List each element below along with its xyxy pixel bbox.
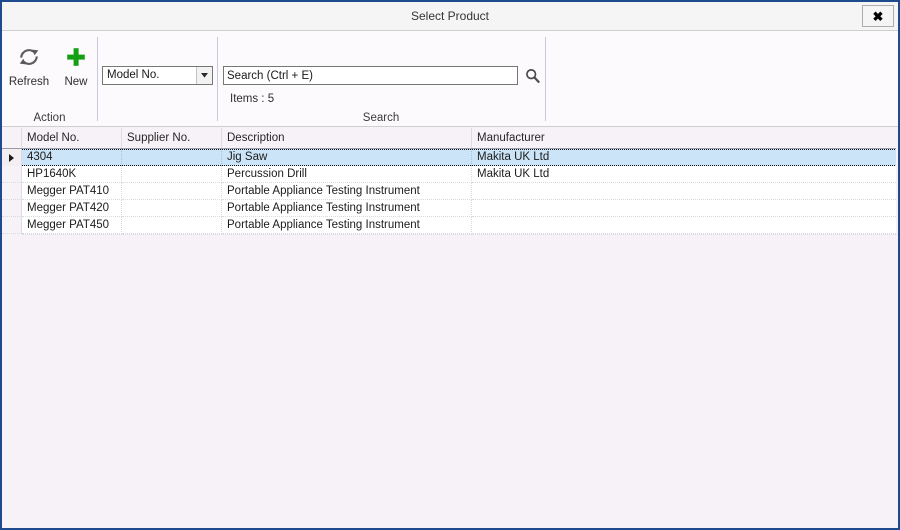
cell-manufacturer[interactable] xyxy=(472,217,898,234)
new-button[interactable]: New xyxy=(54,37,98,101)
ribbon-top-edge xyxy=(2,31,898,32)
cell-model_no[interactable]: 4304 xyxy=(22,149,122,166)
cell-model_no[interactable]: Megger PAT450 xyxy=(22,217,122,234)
play-triangle-icon xyxy=(9,153,14,162)
plus-icon xyxy=(64,38,88,76)
refresh-button[interactable]: Refresh xyxy=(7,37,51,101)
table-row[interactable]: Megger PAT410 Portable Appliance Testing … xyxy=(2,183,898,200)
cell-description[interactable]: Jig Saw xyxy=(222,149,472,166)
product-grid: Model No. Supplier No. Description Manufact… xyxy=(2,128,898,528)
grid-column-header-manufacturer[interactable]: Manufacturer xyxy=(472,128,898,148)
search-field-selector-value: Model No. xyxy=(107,69,160,81)
refresh-button-label: Refresh xyxy=(8,76,50,88)
cell-supplier_no[interactable] xyxy=(122,217,222,234)
close-button[interactable]: ✖ xyxy=(862,5,894,27)
grid-header-gutter xyxy=(2,128,22,148)
grid-column-header-model_no[interactable]: Model No. xyxy=(22,128,122,148)
cell-description[interactable]: Portable Appliance Testing Instrument xyxy=(222,200,472,217)
cell-supplier_no[interactable] xyxy=(122,200,222,217)
cell-model_no[interactable]: Megger PAT410 xyxy=(22,183,122,200)
magnifier-icon xyxy=(525,69,540,83)
select-product-dialog: Select Product ✖ Refresh New Model No. S… xyxy=(0,0,900,530)
row-indicator-cell[interactable] xyxy=(2,166,22,183)
table-row[interactable]: Megger PAT420 Portable Appliance Testing … xyxy=(2,200,898,217)
grid-column-header-supplier_no[interactable]: Supplier No. xyxy=(122,128,222,148)
cell-supplier_no[interactable] xyxy=(122,166,222,183)
ribbon-separator xyxy=(97,37,98,121)
title-bar: Select Product ✖ xyxy=(2,2,898,31)
search-input[interactable] xyxy=(223,66,518,85)
ribbon-toolbar: Refresh New Model No. Search (Ctrl + E) … xyxy=(2,31,898,127)
refresh-circular-arrows-icon xyxy=(16,38,42,76)
cell-supplier_no[interactable] xyxy=(122,183,222,200)
table-row[interactable]: HP1640K Percussion Drill Makita UK Ltd xyxy=(2,166,898,183)
cell-supplier_no[interactable] xyxy=(122,149,222,166)
window-title: Select Product xyxy=(410,9,490,23)
ribbon-group-label-search: Search xyxy=(362,112,400,124)
grid-right-edge xyxy=(896,128,898,528)
ribbon-separator xyxy=(545,37,546,121)
chevron-down-icon[interactable] xyxy=(196,67,212,84)
grid-body: 4304 Jig Saw Makita UK Ltd HP1640K Percussio… xyxy=(2,149,898,234)
cell-manufacturer[interactable] xyxy=(472,183,898,200)
items-count-label: Items : 5 xyxy=(230,93,275,105)
grid-header-row: Model No. Supplier No. Description Manufact… xyxy=(2,128,898,149)
grid-column-header-description[interactable]: Description xyxy=(222,128,472,148)
cell-description[interactable]: Portable Appliance Testing Instrument xyxy=(222,183,472,200)
new-button-label: New xyxy=(64,76,88,88)
search-button[interactable] xyxy=(522,65,542,86)
table-row[interactable]: 4304 Jig Saw Makita UK Ltd xyxy=(2,149,898,166)
close-icon: ✖ xyxy=(872,8,884,24)
search-field-selector[interactable]: Model No. xyxy=(102,66,213,85)
cell-model_no[interactable]: HP1640K xyxy=(22,166,122,183)
row-indicator-cell[interactable] xyxy=(2,217,22,234)
row-indicator-cell[interactable] xyxy=(2,149,22,166)
cell-manufacturer[interactable]: Makita UK Ltd xyxy=(472,166,898,183)
grid-bottom-edge xyxy=(22,234,898,235)
ribbon-separator xyxy=(217,37,218,121)
cell-manufacturer[interactable]: Makita UK Ltd xyxy=(472,149,898,166)
row-indicator-cell[interactable] xyxy=(2,183,22,200)
ribbon-group-label-action: Action xyxy=(33,112,66,124)
table-row[interactable]: Megger PAT450 Portable Appliance Testing … xyxy=(2,217,898,234)
cell-description[interactable]: Percussion Drill xyxy=(222,166,472,183)
cell-description[interactable]: Portable Appliance Testing Instrument xyxy=(222,217,472,234)
cell-manufacturer[interactable] xyxy=(472,200,898,217)
cell-model_no[interactable]: Megger PAT420 xyxy=(22,200,122,217)
row-indicator-cell[interactable] xyxy=(2,200,22,217)
